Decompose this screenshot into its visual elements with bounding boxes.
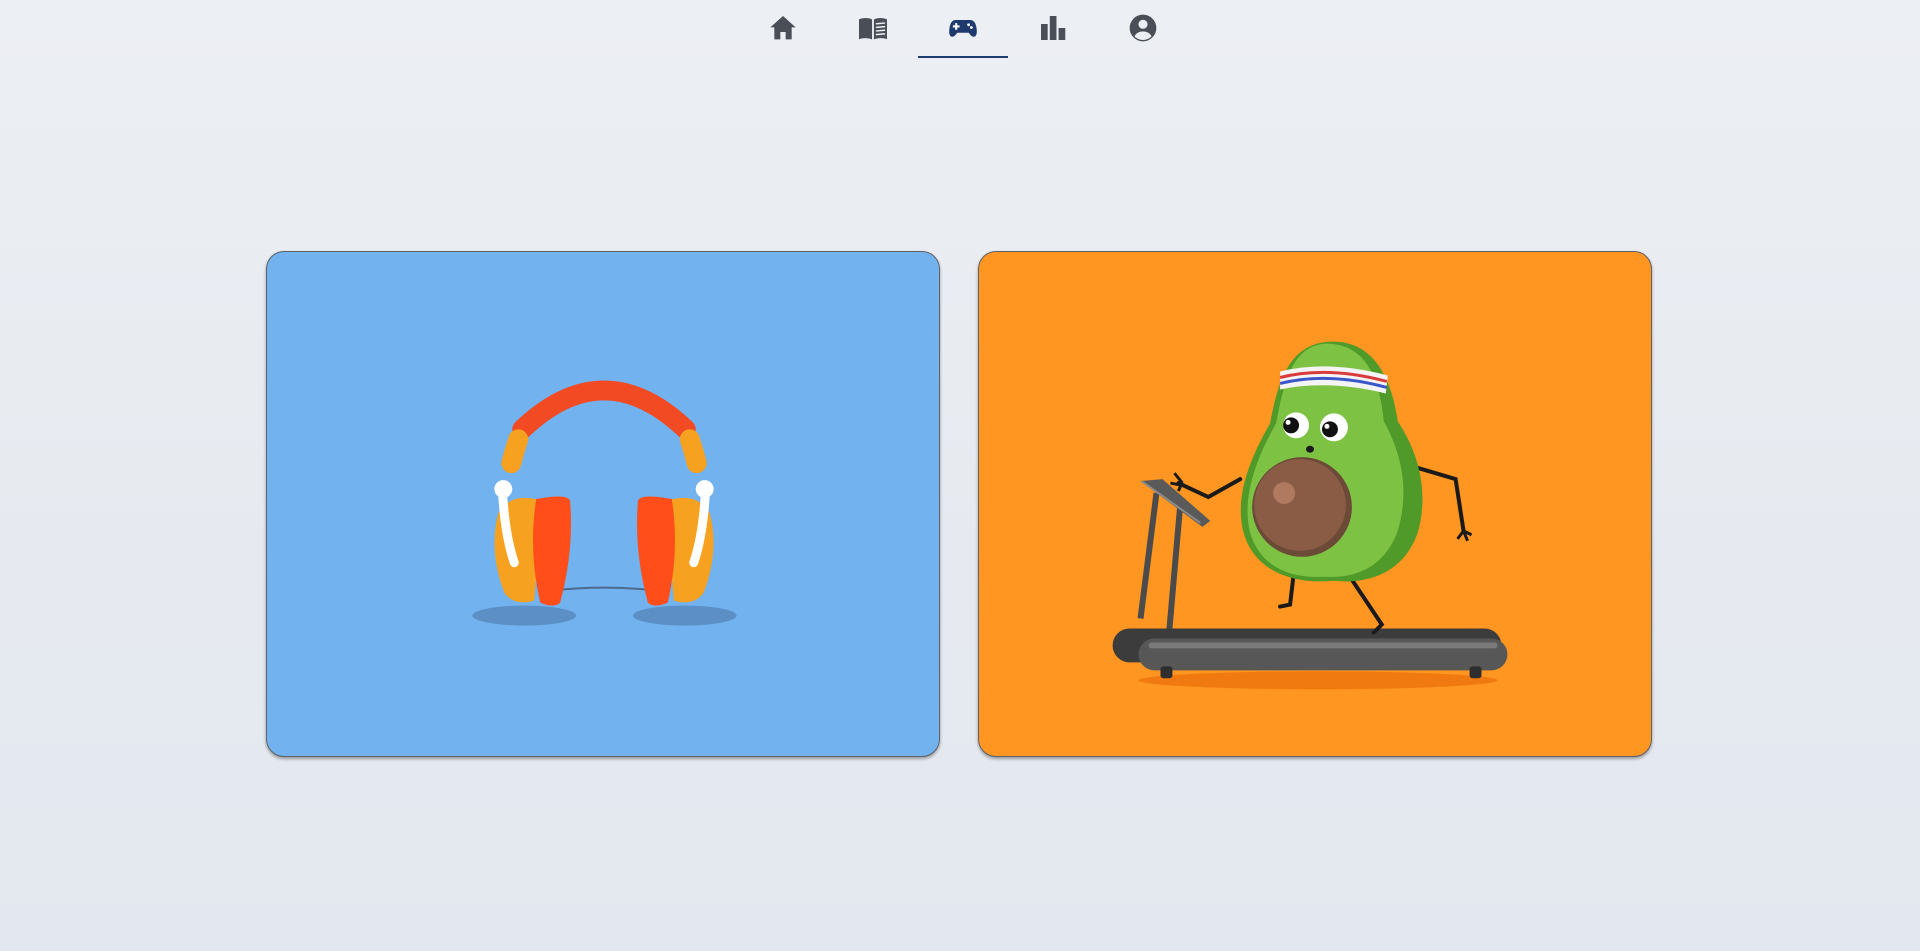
nav-tabs [738,0,1188,60]
tab-profile[interactable] [1098,0,1188,58]
top-navigation [0,0,1920,60]
account-icon [1129,14,1156,42]
home-icon [769,16,796,40]
bar-chart-icon [1040,16,1065,40]
tab-games[interactable] [917,0,1008,58]
fitness-card[interactable] [978,251,1652,757]
avocado-on-treadmill-illustration [1112,341,1508,690]
tab-learn[interactable] [828,0,918,58]
gamepad-icon [948,20,977,37]
tab-home[interactable] [738,0,828,58]
music-card[interactable] [266,251,940,757]
book-icon [858,18,887,40]
tab-stats[interactable] [1008,0,1098,58]
activity-cards [266,251,1654,759]
headphones-illustration [472,380,737,626]
